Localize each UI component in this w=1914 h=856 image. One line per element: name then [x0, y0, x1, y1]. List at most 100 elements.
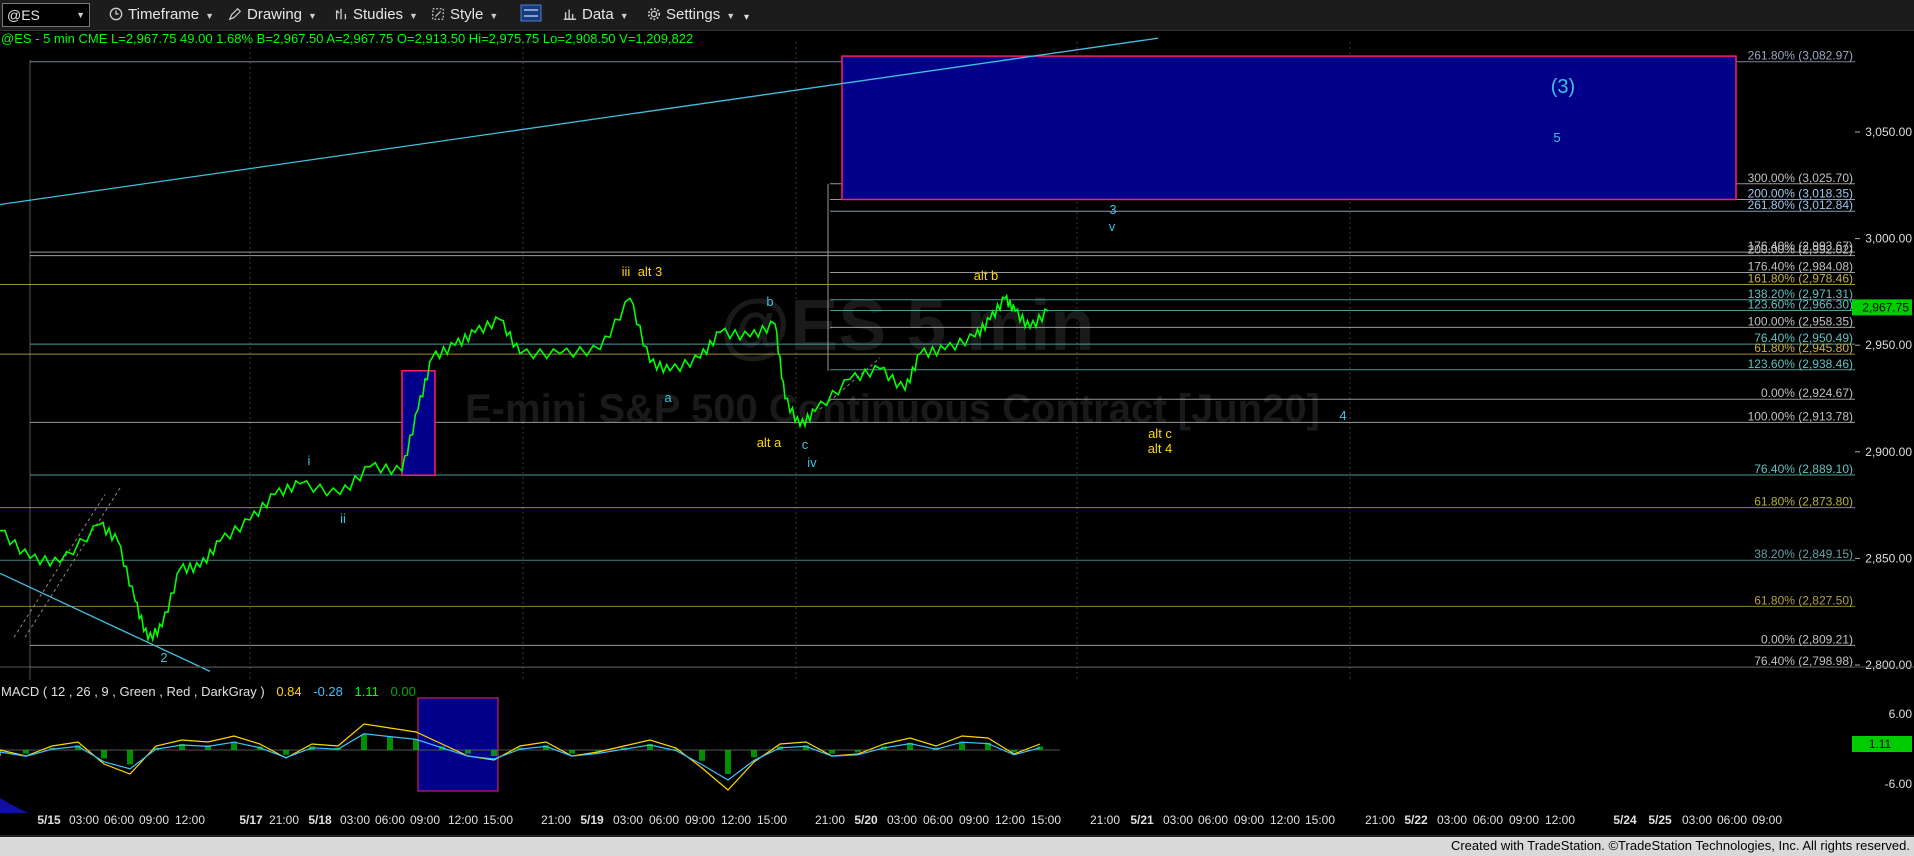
wave-label: 5	[1553, 130, 1560, 145]
dropdown-arrow-icon: ▼	[76, 10, 85, 20]
time-tick-label: 15:00	[483, 813, 513, 827]
time-tick-label: 5/22	[1404, 813, 1428, 827]
wave-label: a	[664, 390, 672, 405]
time-tick-label: 5/24	[1613, 813, 1637, 827]
data-menu[interactable]: Data ▼	[562, 4, 629, 26]
dropdown-arrow-icon: ▼	[409, 11, 418, 21]
wave-label: c	[802, 437, 809, 452]
price-tick-label: 2,800.00	[1865, 658, 1912, 672]
time-tick-label: 15:00	[1031, 813, 1061, 827]
style-menu[interactable]: Style ▼	[430, 4, 498, 26]
time-tick-label: 21:00	[815, 813, 845, 827]
wave-label: (3)	[1551, 76, 1575, 98]
price-tick-label: 2,850.00	[1865, 551, 1912, 565]
macd-histogram	[23, 734, 1043, 774]
style-label: Style	[450, 6, 484, 23]
time-tick-label: 03:00	[340, 813, 370, 827]
wave-label: alt a	[757, 435, 782, 450]
fib-label: 100.00% (2,958.35)	[1748, 314, 1853, 328]
time-tick-label: 15:00	[757, 813, 787, 827]
style-icon	[432, 8, 444, 20]
macd-signal-value: -0.28	[313, 684, 343, 699]
dropdown-arrow-icon: ▼	[619, 11, 629, 21]
fib-label: 123.60% (2,966.30)	[1748, 297, 1853, 311]
fib-label: 261.80% (3,012.84)	[1748, 198, 1853, 212]
time-tick-label: 09:00	[1509, 813, 1539, 827]
fib-label: 0.00% (2,924.67)	[1761, 386, 1853, 400]
timeframe-label: Timeframe	[128, 6, 200, 23]
dropdown-arrow-icon: ▼	[489, 11, 499, 21]
chart-area[interactable]: @ES 5 min E-mini S&P 500 Continuous Cont…	[0, 30, 1914, 837]
price-tick-label: 3,050.00	[1865, 125, 1912, 139]
symbol-input[interactable]: @ES ▼	[2, 3, 90, 27]
time-tick-label: 06:00	[375, 813, 405, 827]
fib-label: 300.00% (3,025.70)	[1748, 171, 1853, 185]
timeframe-menu[interactable]: Timeframe ▼	[108, 4, 214, 26]
dropdown-arrow-icon: ▼	[205, 11, 215, 21]
time-tick-label: 12:00	[448, 813, 478, 827]
trend-line	[0, 572, 211, 672]
drawing-menu[interactable]: Drawing ▼	[227, 4, 317, 26]
price-axis: 3,050.00 3,000.00 2,950.00 2,900.00 2,850.00…	[1852, 125, 1912, 672]
time-tick-label: 15:00	[1305, 813, 1335, 827]
wave-label: v	[1109, 219, 1116, 234]
layout-button[interactable]	[520, 4, 546, 26]
time-tick-label: 09:00	[685, 813, 715, 827]
dropdown-arrow-icon: ▼	[308, 11, 317, 21]
time-axis: 5/15 03:00 06:00 09:00 12:00 5/17 21:00 5/18 03:…	[0, 813, 1914, 837]
gear-icon	[647, 7, 661, 21]
time-tick-label: 03:00	[613, 813, 643, 827]
time-tick-label: 5/21	[1130, 813, 1154, 827]
fib-label: 0.00% (2,809.21)	[1761, 632, 1853, 646]
macd-value: 0.84	[276, 684, 302, 699]
studies-label: Studies	[353, 6, 404, 23]
wave-label: 4	[1339, 408, 1346, 423]
macd-tick-label: 6.00	[1889, 707, 1913, 721]
time-tick-label: 09:00	[139, 813, 169, 827]
fib-label: 100.00% (2,913.78)	[1748, 409, 1853, 423]
time-tick-label: 12:00	[995, 813, 1025, 827]
wave-label: 3	[1109, 202, 1116, 217]
target-box	[841, 55, 1737, 201]
fib-label: 61.80% (2,827.50)	[1754, 593, 1853, 607]
time-tick-label: 09:00	[1752, 813, 1782, 827]
time-tick-label: 5/25	[1648, 813, 1672, 827]
fib-label: 123.60% (2,938.46)	[1748, 357, 1853, 371]
dropdown-arrow-icon: ▼	[726, 11, 736, 21]
studies-menu[interactable]: Studies ▼	[333, 4, 418, 26]
time-tick-label: 21:00	[1365, 813, 1395, 827]
macd-legend: MACD ( 12 , 26 , 9 , Green , Red , DarkG…	[1, 684, 416, 699]
time-tick-label: 5/17	[239, 813, 263, 827]
status-bar: Created with TradeStation. ©TradeStation…	[0, 837, 1914, 856]
more-icon[interactable]: ▾	[744, 7, 749, 29]
drawing-label: Drawing	[247, 6, 303, 23]
settings-label: Settings	[666, 6, 721, 23]
fib-label: 200.00% (2,992.02)	[1748, 243, 1853, 257]
fib-label: 76.40% (2,889.10)	[1754, 462, 1853, 476]
last-price-label: 2,967.75	[1862, 300, 1909, 314]
price-tick-label: 3,000.00	[1865, 232, 1912, 246]
time-tick-label: 06:00	[923, 813, 953, 827]
time-tick-label: 5/18	[308, 813, 332, 827]
wave-box	[401, 370, 436, 477]
time-tick-label: 03:00	[887, 813, 917, 827]
credit-text: Created with TradeStation. ©TradeStation…	[1450, 838, 1910, 853]
wave-label: alt 3	[638, 264, 663, 279]
time-tick-label: 21:00	[541, 813, 571, 827]
time-tick-label: 09:00	[959, 813, 989, 827]
time-tick-label: 12:00	[1545, 813, 1575, 827]
time-tick-label: 06:00	[1473, 813, 1503, 827]
wave-label: alt b	[974, 268, 999, 283]
time-tick-label: 12:00	[721, 813, 751, 827]
time-tick-label: 5/15	[37, 813, 61, 827]
wave-label: 2	[160, 650, 167, 665]
settings-menu[interactable]: Settings ▼	[646, 4, 735, 26]
macd-legend-name: MACD ( 12 , 26 , 9 , Green , Red , DarkG…	[1, 684, 265, 699]
fib-label: 38.20% (2,849.15)	[1754, 547, 1853, 561]
layout-icon	[520, 4, 542, 22]
macd-zero-value: 0.00	[390, 684, 416, 699]
time-tick-label: 06:00	[104, 813, 134, 827]
time-tick-label: 12:00	[175, 813, 205, 827]
time-tick-label: 03:00	[1682, 813, 1712, 827]
price-tick-label: 2,900.00	[1865, 445, 1912, 459]
